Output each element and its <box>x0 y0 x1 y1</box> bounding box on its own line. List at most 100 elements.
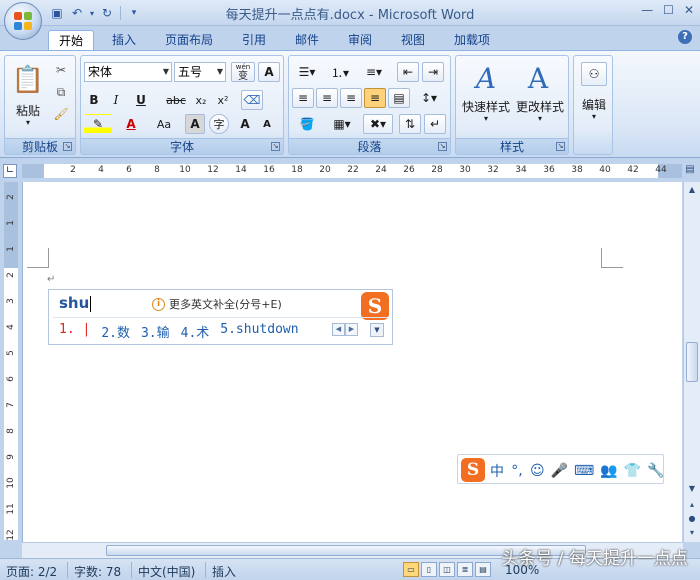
paste-button[interactable]: 粘贴 <box>9 102 47 119</box>
vertical-ruler[interactable]: 2 1 1 2 3 4 5 6 7 8 9 10 11 12 <box>4 182 18 541</box>
change-styles-icon[interactable]: A <box>522 60 554 96</box>
undo-dropdown-icon[interactable]: ▾ <box>88 4 96 22</box>
horizontal-ruler[interactable]: 2 4 6 8 10 12 14 16 18 20 22 24 26 28 30 32 34 36 38 40 42 44 <box>22 164 682 178</box>
sogou-toolbar-logo-icon[interactable]: S <box>461 458 485 482</box>
user-icon[interactable]: 👥 <box>600 463 617 479</box>
document-page[interactable]: ↵ <box>22 182 682 542</box>
borders-icon[interactable]: ▦▾ <box>327 114 357 134</box>
decrease-indent-icon[interactable]: ⇤ <box>397 62 419 82</box>
vertical-scroll-thumb[interactable] <box>686 342 698 382</box>
next-page-browse-icon[interactable]: ▾ <box>685 526 699 540</box>
paste-dropdown-icon[interactable]: ▾ <box>9 118 47 127</box>
select-browse-object-icon[interactable]: ● <box>685 512 699 526</box>
save-icon[interactable]: ▣ <box>48 4 66 22</box>
font-launcher-icon[interactable]: ↘ <box>271 142 280 151</box>
punctuation-mode-button[interactable]: °, <box>510 463 524 479</box>
quick-styles-icon[interactable]: A <box>470 60 502 96</box>
customize-qat-icon[interactable]: ▾ <box>125 4 143 22</box>
line-spacing-icon[interactable]: ↕▾ <box>414 88 444 108</box>
increase-indent-icon[interactable]: ⇥ <box>422 62 444 82</box>
tab-insert[interactable]: 插入 <box>104 30 144 50</box>
view-ruler-icon[interactable]: ▤ <box>683 164 697 178</box>
underline-button[interactable]: U <box>128 90 154 110</box>
page-count[interactable]: 页面: 2/2 <box>6 563 57 580</box>
settings-wrench-icon[interactable]: 🔧 <box>647 463 664 479</box>
sort-icon[interactable]: ⇅ <box>399 114 421 134</box>
paste-icon[interactable]: 📋 <box>9 60 47 100</box>
tab-review[interactable]: 审阅 <box>340 30 380 50</box>
candidate-2[interactable]: 2.数 <box>101 322 130 341</box>
show-marks-icon[interactable]: ↵ <box>424 114 446 134</box>
change-styles-dropdown-icon[interactable]: ▾ <box>512 114 568 123</box>
font-color-icon[interactable]: A <box>117 114 145 134</box>
strikethrough-button[interactable]: abc <box>163 90 189 110</box>
undo-icon[interactable]: ↶ <box>68 4 86 22</box>
web-layout-icon[interactable]: ◫ <box>439 562 455 577</box>
align-center-icon[interactable]: ≡ <box>316 88 338 108</box>
align-left-icon[interactable]: ≡ <box>292 88 314 108</box>
skin-shirt-icon[interactable]: 👕 <box>624 463 641 479</box>
tab-mailings[interactable]: 邮件 <box>287 30 327 50</box>
prev-page-browse-icon[interactable]: ▴ <box>685 498 699 512</box>
cut-icon[interactable]: ✂ <box>51 60 71 80</box>
print-layout-icon[interactable]: ▭ <box>403 562 419 577</box>
find-binoculars-icon[interactable]: ⚇ <box>581 62 607 86</box>
microphone-icon[interactable]: 🎤 <box>551 463 568 479</box>
distributed-icon[interactable]: ▤ <box>388 88 410 108</box>
candidate-1[interactable]: 1. | <box>59 322 90 341</box>
tab-home[interactable]: 开始 <box>48 30 94 50</box>
minimize-button[interactable]: — <box>641 3 653 17</box>
align-right-icon[interactable]: ≡ <box>340 88 362 108</box>
candidate-5[interactable]: 5.shutdown <box>220 322 298 341</box>
clipboard-launcher-icon[interactable]: ↘ <box>63 142 72 151</box>
tab-page-layout[interactable]: 页面布局 <box>158 30 220 50</box>
help-icon[interactable]: ? <box>678 30 692 44</box>
prev-page-icon[interactable]: ◀ <box>332 323 345 336</box>
word-count[interactable]: 字数: 78 <box>74 563 121 580</box>
outline-view-icon[interactable]: ≣ <box>457 562 473 577</box>
keyboard-icon[interactable]: ⌨ <box>574 463 594 479</box>
candidate-3[interactable]: 3.输 <box>141 322 170 341</box>
vertical-scrollbar[interactable]: ▲ ▼ ▴ ● ▾ <box>683 182 700 542</box>
emoji-icon[interactable]: ☺ <box>530 463 545 479</box>
chinese-mode-button[interactable]: 中 <box>490 461 504 481</box>
change-case-button[interactable]: Aa <box>149 114 179 134</box>
superscript-button[interactable]: x² <box>213 90 233 110</box>
redo-icon[interactable]: ↻ <box>98 4 116 22</box>
clear-formatting-icon[interactable]: ⌫ <box>241 90 263 110</box>
font-size-dropdown-icon[interactable]: ▼ <box>217 63 223 81</box>
tab-references[interactable]: 引用 <box>234 30 274 50</box>
candidate-4[interactable]: 4.术 <box>181 322 210 341</box>
character-shading-button[interactable]: A <box>185 114 205 134</box>
quick-styles-dropdown-icon[interactable]: ▾ <box>458 114 514 123</box>
tab-addins[interactable]: 加载项 <box>446 30 498 50</box>
ime-hint[interactable]: i 更多英文补全(分号+E) <box>152 296 282 312</box>
italic-button[interactable]: I <box>106 90 126 110</box>
draft-view-icon[interactable]: ▤ <box>475 562 491 577</box>
scroll-down-icon[interactable]: ▼ <box>685 482 699 496</box>
change-styles-button[interactable]: 更改样式 <box>512 98 568 115</box>
maximize-button[interactable]: ☐ <box>663 3 674 17</box>
next-page-icon[interactable]: ▶ <box>345 323 358 336</box>
multilevel-list-icon[interactable]: ≡▾ <box>359 62 389 82</box>
full-screen-reading-icon[interactable]: ▯ <box>421 562 437 577</box>
enclose-characters-button[interactable]: 字 <box>209 114 229 134</box>
justify-icon[interactable]: ≡ <box>364 88 386 108</box>
tab-view[interactable]: 视图 <box>393 30 433 50</box>
shrink-font-button[interactable]: A <box>257 114 277 134</box>
scroll-up-icon[interactable]: ▲ <box>685 183 699 197</box>
tab-selector-button[interactable]: ∟ <box>3 164 17 178</box>
quick-styles-button[interactable]: 快速样式 <box>458 98 514 115</box>
subscript-button[interactable]: x₂ <box>191 90 211 110</box>
font-name-dropdown-icon[interactable]: ▼ <box>163 63 169 81</box>
numbering-icon[interactable]: ⒈▾ <box>325 62 355 82</box>
editing-dropdown-icon[interactable]: ▾ <box>574 112 614 121</box>
asian-layout-icon[interactable]: ✖▾ <box>363 114 393 134</box>
copy-icon[interactable]: ⧉ <box>51 82 71 102</box>
close-button[interactable]: ✕ <box>684 3 694 17</box>
bullets-icon[interactable]: ☰▾ <box>292 62 322 82</box>
shading-icon[interactable]: 🪣 <box>292 114 322 134</box>
grow-font-button[interactable]: A <box>235 114 255 134</box>
character-border-button[interactable]: A <box>258 62 280 82</box>
format-painter-icon[interactable]: 🖌 <box>51 104 71 124</box>
